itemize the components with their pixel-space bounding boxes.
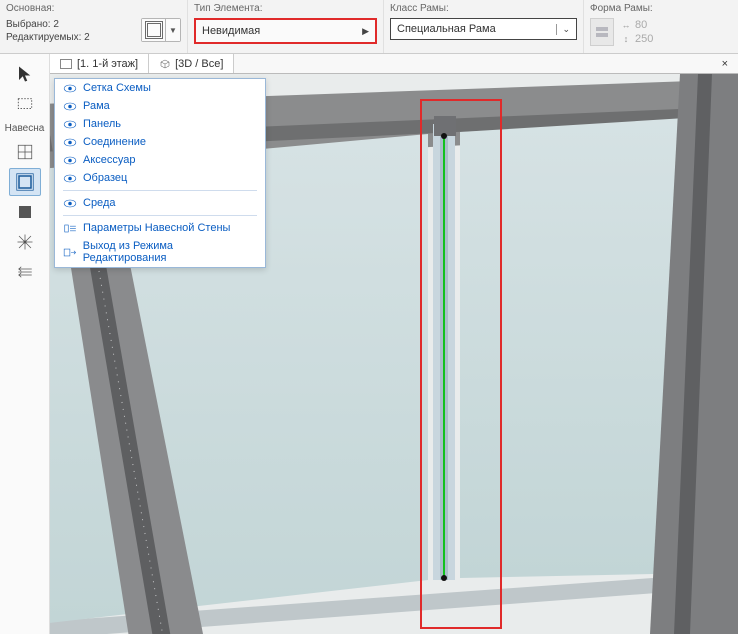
- tool-panel[interactable]: [9, 198, 41, 226]
- layer-icon: [142, 19, 166, 41]
- tab-3d-label: [3D / Все]: [175, 58, 223, 70]
- selection-info: Выбрано: 2 Редактируемых: 2: [6, 18, 90, 44]
- tool-junction[interactable]: [9, 228, 41, 256]
- main-area: Навесна [1. 1-й этаж] [3D / Все] ×: [0, 54, 738, 634]
- junction-icon: [16, 233, 34, 251]
- tool-accessory[interactable]: [9, 258, 41, 286]
- tool-arrow[interactable]: [9, 60, 41, 88]
- cube-icon: [159, 58, 171, 70]
- tool-frame[interactable]: [9, 168, 41, 196]
- grid-icon: [16, 143, 34, 161]
- eye-icon: [63, 155, 77, 166]
- eye-icon: [63, 119, 77, 130]
- marquee-icon: [16, 95, 34, 113]
- workspace: [1. 1-й этаж] [3D / Все] ×: [50, 54, 738, 634]
- accessory-icon: [16, 263, 34, 281]
- tab-floorplan[interactable]: [1. 1-й этаж]: [50, 54, 149, 73]
- type-label: Тип Элемента:: [194, 3, 377, 14]
- element-type-value: Невидимая: [202, 25, 260, 37]
- element-type-dropdown[interactable]: Невидимая ▶: [194, 18, 377, 44]
- menu-label: Выход из Режима Редактирования: [83, 240, 257, 264]
- menu-separator: [63, 190, 257, 191]
- top-toolbar: Основная: Выбрано: 2 Редактируемых: 2 ▼ …: [0, 0, 738, 54]
- dimension-column: ↔80 ↕250: [620, 19, 653, 45]
- dim-height: 250: [635, 33, 653, 45]
- tool-grid[interactable]: [9, 138, 41, 166]
- menu-label: Параметры Навесной Стены: [83, 222, 230, 234]
- eye-icon: [63, 101, 77, 112]
- menu-item-junction[interactable]: Соединение: [55, 133, 265, 151]
- layer-dropdown-arrow[interactable]: ▼: [166, 19, 180, 41]
- menu-label: Среда: [83, 197, 115, 209]
- highlight-rect: [420, 99, 502, 629]
- frame-class-value: Специальная Рама: [397, 23, 496, 35]
- menu-label: Сетка Схемы: [83, 82, 151, 94]
- menu-item-exit-edit[interactable]: Выход из Режима Редактирования: [55, 237, 265, 267]
- menu-label: Панель: [83, 118, 121, 130]
- exit-icon: [63, 247, 77, 258]
- menu-label: Образец: [83, 172, 127, 184]
- frame-icon: [16, 173, 34, 191]
- floorplan-icon: [60, 59, 72, 69]
- eye-icon: [63, 198, 77, 209]
- height-icon: ↕: [620, 34, 632, 44]
- tool-column: Навесна: [0, 54, 50, 634]
- selected-count: Выбрано: 2: [6, 18, 90, 31]
- menu-item-environment[interactable]: Среда: [55, 194, 265, 212]
- main-label: Основная:: [6, 3, 181, 14]
- frame-profile-icon[interactable]: [590, 18, 614, 46]
- panel-icon: [16, 203, 34, 221]
- tab-3d[interactable]: [3D / Все]: [149, 54, 234, 73]
- menu-item-panel[interactable]: Панель: [55, 115, 265, 133]
- section-frame-class: Класс Рамы: Специальная Рама ⌄: [384, 0, 584, 53]
- menu-label: Соединение: [83, 136, 146, 148]
- form-label: Форма Рамы:: [590, 3, 732, 14]
- chevron-down-icon: ⌄: [556, 24, 570, 35]
- layer-button-group[interactable]: ▼: [141, 18, 181, 42]
- tool-group-label: Навесна: [5, 123, 45, 134]
- dim-width: 80: [635, 19, 647, 31]
- width-icon: ↔: [620, 20, 632, 30]
- menu-label: Аксессуар: [83, 154, 136, 166]
- class-label: Класс Рамы:: [390, 3, 577, 14]
- menu-item-frame[interactable]: Рама: [55, 97, 265, 115]
- editable-count: Редактируемых: 2: [6, 31, 90, 44]
- tab-bar: [1. 1-й этаж] [3D / Все] ×: [50, 54, 738, 74]
- menu-item-wall-params[interactable]: Параметры Навесной Стены: [55, 219, 265, 237]
- tab-floorplan-label: [1. 1-й этаж]: [77, 58, 138, 70]
- eye-icon: [63, 83, 77, 94]
- frame-class-dropdown[interactable]: Специальная Рама ⌄: [390, 18, 577, 40]
- section-frame-form: Форма Рамы: ↔80 ↕250: [584, 0, 738, 53]
- settings-icon: [63, 223, 77, 234]
- viewport-3d[interactable]: Сетка Схемы Рама Панель Соединение Аксес…: [50, 74, 738, 634]
- menu-item-accessory[interactable]: Аксессуар: [55, 151, 265, 169]
- chevron-right-icon: ▶: [362, 26, 369, 37]
- eye-icon: [63, 137, 77, 148]
- section-element-type: Тип Элемента: Невидимая ▶: [188, 0, 384, 53]
- menu-item-scheme-grid[interactable]: Сетка Схемы: [55, 79, 265, 97]
- arrow-icon: [16, 65, 34, 83]
- tool-marquee[interactable]: [9, 90, 41, 118]
- tab-close[interactable]: ×: [712, 54, 738, 73]
- context-menu: Сетка Схемы Рама Панель Соединение Аксес…: [54, 78, 266, 268]
- menu-label: Рама: [83, 100, 110, 112]
- section-main: Основная: Выбрано: 2 Редактируемых: 2 ▼: [0, 0, 188, 53]
- eye-icon: [63, 173, 77, 184]
- menu-item-sample[interactable]: Образец: [55, 169, 265, 187]
- menu-separator: [63, 215, 257, 216]
